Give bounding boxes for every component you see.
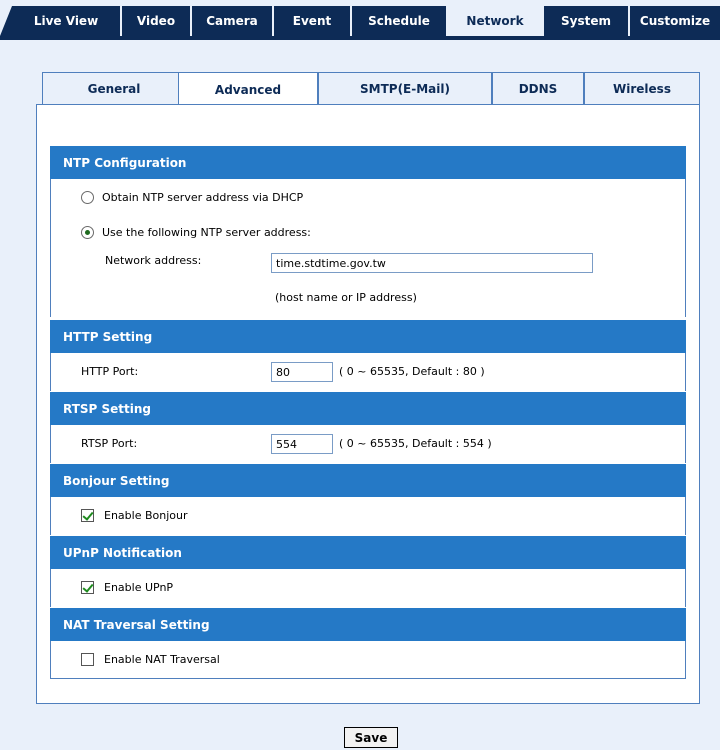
- enable-upnp-label: Enable UPnP: [104, 581, 174, 594]
- enable-bonjour-label: Enable Bonjour: [104, 509, 188, 522]
- http-section-title: HTTP Setting: [50, 320, 686, 353]
- nat-section: NAT Traversal Setting Enable NAT Travers…: [50, 608, 686, 679]
- ntp-dhcp-option[interactable]: Obtain NTP server address via DHCP: [81, 191, 715, 204]
- subtab-wireless[interactable]: Wireless: [584, 72, 700, 105]
- ntp-manual-label: Use the following NTP server address:: [102, 226, 311, 239]
- enable-nat-traversal-checkbox[interactable]: [81, 653, 94, 666]
- sub-tab-bar: General Advanced SMTP(E-Mail) DDNS Wirel…: [36, 72, 700, 106]
- bonjour-section-title: Bonjour Setting: [50, 464, 686, 497]
- enable-bonjour-checkbox[interactable]: [81, 509, 94, 522]
- nav-tab-schedule[interactable]: Schedule: [352, 6, 446, 36]
- nav-tab-system[interactable]: System: [544, 6, 628, 36]
- upnp-section-title: UPnP Notification: [50, 536, 686, 569]
- subtab-smtp[interactable]: SMTP(E-Mail): [318, 72, 492, 105]
- top-navigation: Live View Video Camera Event Schedule Ne…: [0, 0, 720, 40]
- subtab-advanced[interactable]: Advanced: [178, 72, 318, 106]
- nav-tab-video[interactable]: Video: [122, 6, 190, 36]
- nav-tab-camera[interactable]: Camera: [192, 6, 272, 36]
- nat-option[interactable]: Enable NAT Traversal: [81, 653, 715, 666]
- rtsp-section: RTSP Setting RTSP Port: 554 ( 0 ~ 65535,…: [50, 392, 686, 463]
- upnp-section: UPnP Notification Enable UPnP: [50, 536, 686, 607]
- rtsp-section-title: RTSP Setting: [50, 392, 686, 425]
- ntp-dhcp-radio[interactable]: [81, 191, 94, 204]
- enable-upnp-checkbox[interactable]: [81, 581, 94, 594]
- enable-nat-traversal-label: Enable NAT Traversal: [104, 653, 220, 666]
- upnp-option[interactable]: Enable UPnP: [81, 581, 715, 594]
- network-address-input[interactable]: time.stdtime.gov.tw: [271, 253, 593, 273]
- subtab-general[interactable]: General: [42, 72, 186, 105]
- nav-tab-customize[interactable]: Customize: [630, 6, 720, 36]
- nat-section-title: NAT Traversal Setting: [50, 608, 686, 641]
- ntp-section-title: NTP Configuration: [50, 146, 686, 179]
- ntp-section: NTP Configuration Obtain NTP server addr…: [50, 146, 686, 317]
- http-port-label: HTTP Port:: [81, 365, 139, 378]
- bonjour-option[interactable]: Enable Bonjour: [81, 509, 715, 522]
- http-section: HTTP Setting HTTP Port: 80 ( 0 ~ 65535, …: [50, 320, 686, 391]
- rtsp-port-hint: ( 0 ~ 65535, Default : 554 ): [339, 437, 492, 450]
- rtsp-port-label: RTSP Port:: [81, 437, 138, 450]
- http-port-input[interactable]: 80: [271, 362, 333, 382]
- nav-tab-network[interactable]: Network: [448, 6, 542, 36]
- bonjour-section: Bonjour Setting Enable Bonjour: [50, 464, 686, 535]
- rtsp-port-input[interactable]: 554: [271, 434, 333, 454]
- ntp-manual-option[interactable]: Use the following NTP server address:: [81, 226, 715, 239]
- nav-tab-live-view[interactable]: Live View: [12, 6, 120, 36]
- subtab-ddns[interactable]: DDNS: [492, 72, 584, 105]
- ntp-dhcp-label: Obtain NTP server address via DHCP: [102, 191, 304, 204]
- ntp-manual-radio[interactable]: [81, 226, 94, 239]
- save-button[interactable]: Save: [344, 727, 398, 748]
- http-port-hint: ( 0 ~ 65535, Default : 80 ): [339, 365, 485, 378]
- network-address-label: Network address:: [105, 254, 202, 267]
- network-address-hint: (host name or IP address): [275, 291, 417, 304]
- nav-tab-event[interactable]: Event: [274, 6, 350, 36]
